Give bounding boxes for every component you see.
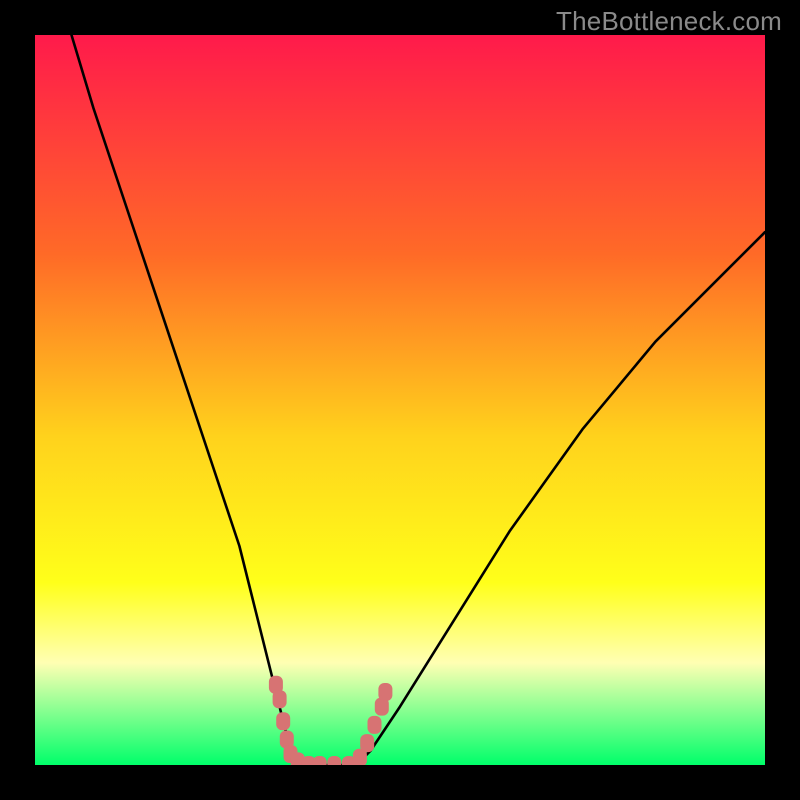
marker-dot	[276, 712, 290, 730]
marker-dot	[378, 683, 392, 701]
marker-dot	[368, 716, 382, 734]
watermark-text: TheBottleneck.com	[556, 6, 782, 37]
gradient-background	[35, 35, 765, 765]
chart-svg	[35, 35, 765, 765]
bottleneck-chart	[35, 35, 765, 765]
marker-dot	[273, 690, 287, 708]
chart-frame: TheBottleneck.com	[0, 0, 800, 800]
marker-dot	[360, 734, 374, 752]
